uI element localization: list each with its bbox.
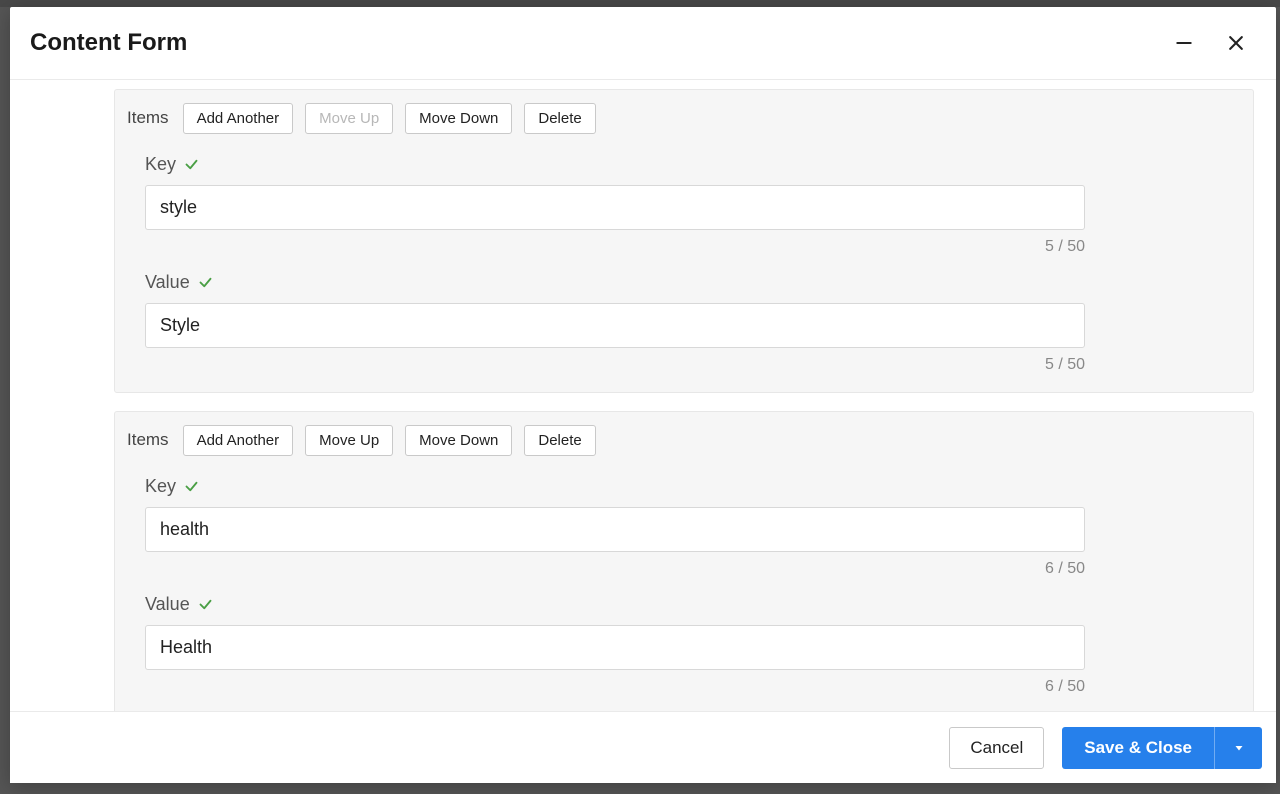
save-dropdown-button[interactable]: [1214, 727, 1262, 769]
item-card: Items Add Another Move Up Move Down Dele…: [114, 411, 1254, 711]
cancel-button[interactable]: Cancel: [949, 727, 1044, 769]
minimize-button[interactable]: [1172, 31, 1196, 55]
value-counter: 5 / 50: [145, 356, 1085, 374]
item-card: Items Add Another Move Up Move Down Dele…: [114, 89, 1254, 393]
save-button-group: Save & Close: [1062, 727, 1262, 769]
move-up-button[interactable]: Move Up: [305, 103, 393, 134]
item-toolbar: Items Add Another Move Up Move Down Dele…: [127, 412, 1223, 468]
modal-header-actions: [1172, 31, 1248, 55]
check-icon: [184, 157, 199, 172]
value-input[interactable]: [145, 303, 1085, 348]
value-label-row: Value: [145, 272, 1223, 293]
check-icon: [198, 597, 213, 612]
key-label-row: Key: [145, 154, 1223, 175]
content-form-modal: Content Form Items Add Another Move Up M…: [10, 7, 1276, 783]
move-down-button[interactable]: Move Down: [405, 103, 512, 134]
key-label-row: Key: [145, 476, 1223, 497]
delete-button[interactable]: Delete: [524, 103, 595, 134]
key-input[interactable]: [145, 185, 1085, 230]
minimize-icon: [1174, 33, 1194, 53]
add-another-button[interactable]: Add Another: [183, 425, 294, 456]
close-icon: [1226, 33, 1246, 53]
check-icon: [198, 275, 213, 290]
delete-button[interactable]: Delete: [524, 425, 595, 456]
modal-header: Content Form: [10, 7, 1276, 80]
modal-body: Items Add Another Move Up Move Down Dele…: [10, 80, 1276, 711]
item-toolbar: Items Add Another Move Up Move Down Dele…: [127, 90, 1223, 146]
value-label-row: Value: [145, 594, 1223, 615]
value-label: Value: [145, 272, 190, 293]
key-input[interactable]: [145, 507, 1085, 552]
form-content: Items Add Another Move Up Move Down Dele…: [114, 89, 1254, 711]
key-counter: 5 / 50: [145, 238, 1085, 256]
modal-scroll-area[interactable]: Items Add Another Move Up Move Down Dele…: [10, 80, 1276, 711]
close-button[interactable]: [1224, 31, 1248, 55]
add-another-button[interactable]: Add Another: [183, 103, 294, 134]
key-label: Key: [145, 154, 176, 175]
value-input[interactable]: [145, 625, 1085, 670]
caret-down-icon: [1233, 742, 1245, 754]
key-label: Key: [145, 476, 176, 497]
value-counter: 6 / 50: [145, 678, 1085, 696]
modal-title: Content Form: [30, 29, 187, 57]
move-down-button[interactable]: Move Down: [405, 425, 512, 456]
save-and-close-button[interactable]: Save & Close: [1062, 727, 1214, 769]
check-icon: [184, 479, 199, 494]
value-label: Value: [145, 594, 190, 615]
move-up-button[interactable]: Move Up: [305, 425, 393, 456]
items-label: Items: [127, 108, 169, 128]
key-counter: 6 / 50: [145, 560, 1085, 578]
items-label: Items: [127, 430, 169, 450]
modal-footer: Cancel Save & Close: [10, 711, 1276, 783]
